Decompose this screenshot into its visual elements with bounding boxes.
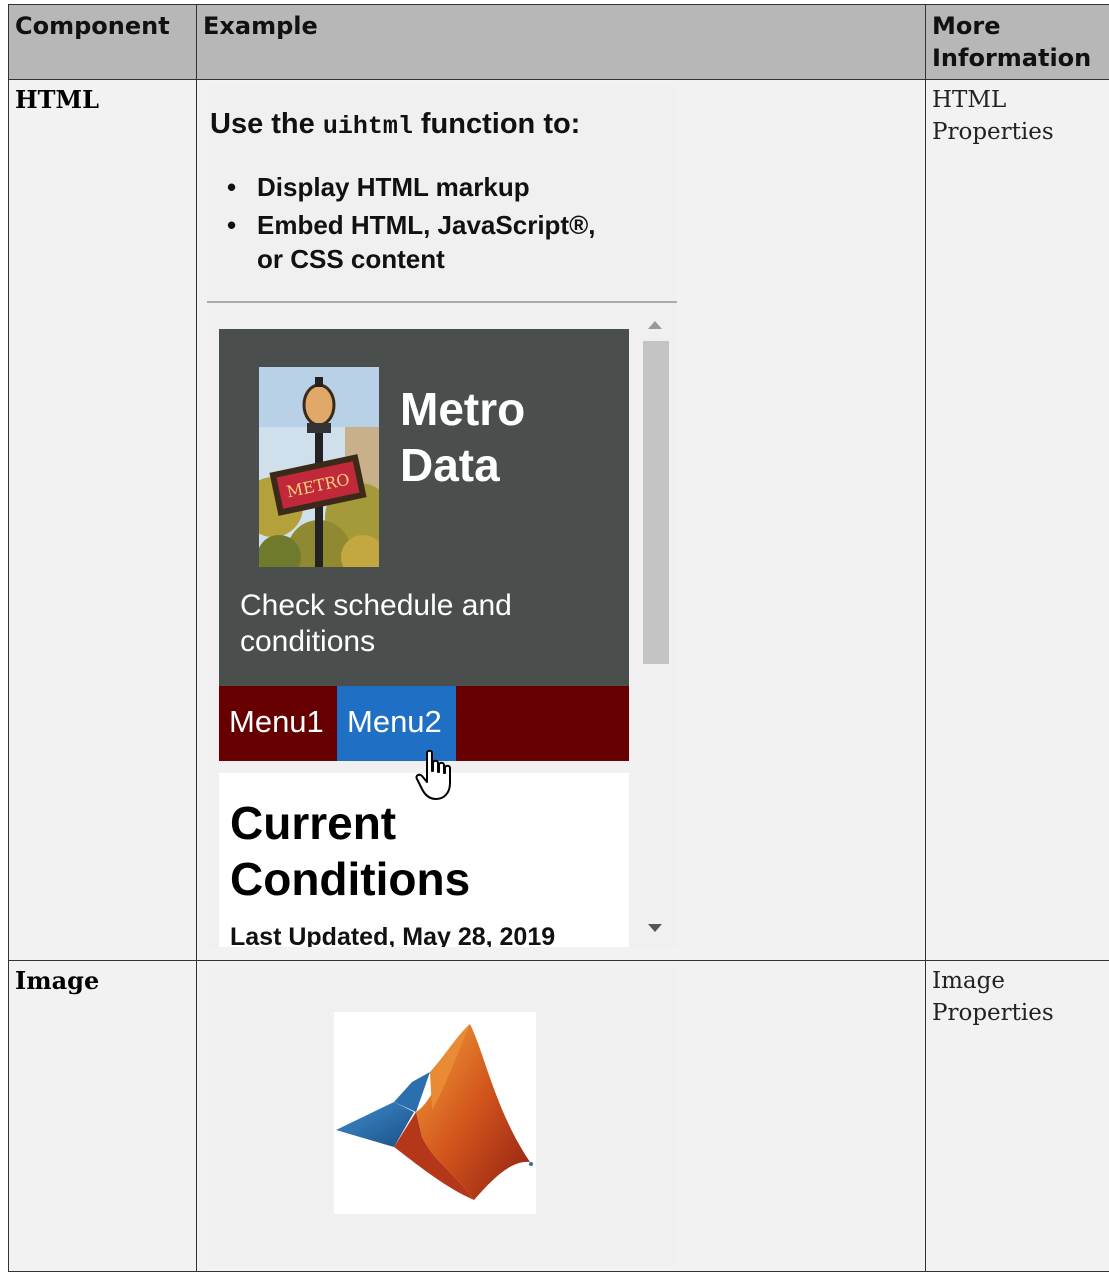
cell-example xyxy=(197,961,926,1272)
cell-component: Image xyxy=(9,961,197,1272)
scrollbar-thumb[interactable] xyxy=(643,341,669,664)
intro-bullet-list: •Display HTML markup •Embed HTML, JavaSc… xyxy=(257,170,595,280)
scroll-down-arrow-icon[interactable] xyxy=(648,924,662,932)
cell-more-information: Image Properties xyxy=(926,961,1109,1272)
uihtml-code: uihtml xyxy=(323,112,413,141)
table-row-html: HTML Use the uihtml function to: •Displa… xyxy=(9,80,1109,961)
list-item: •Embed HTML, JavaScript®,or CSS content xyxy=(257,208,595,276)
more-info-link-image[interactable]: Image Properties xyxy=(926,961,1109,1033)
divider xyxy=(207,301,677,303)
cell-component: HTML xyxy=(9,80,197,961)
table-row-image: Image xyxy=(9,961,1109,1272)
list-item: •Display HTML markup xyxy=(257,170,595,204)
scroll-up-arrow-icon[interactable] xyxy=(648,321,662,329)
header-example: Example xyxy=(197,5,926,80)
cell-more-information: HTML Properties xyxy=(926,80,1109,961)
cell-example: Use the uihtml function to: •Display HTM… xyxy=(197,80,926,961)
components-table: Component Example More Information HTML … xyxy=(8,4,1109,1272)
html-example-image: Use the uihtml function to: •Display HTM… xyxy=(207,86,677,948)
last-updated-text: Last Updated, May 28, 2019 xyxy=(230,923,555,947)
component-name-html: HTML xyxy=(9,80,196,120)
metro-title: Metro Data xyxy=(400,381,525,493)
menu1-item[interactable]: Menu1 xyxy=(219,686,337,761)
component-name-image: Image xyxy=(9,961,196,1001)
image-example xyxy=(207,967,677,1267)
table-header-row: Component Example More Information xyxy=(9,5,1109,80)
hand-pointer-cursor-icon xyxy=(415,749,459,801)
metro-hero: METRO Metro Data Check schedule and cond… xyxy=(219,329,629,686)
header-component: Component xyxy=(9,5,197,80)
metro-app-panel: METRO Metro Data Check schedule and cond… xyxy=(219,329,629,947)
matlab-membrane-logo xyxy=(334,1012,536,1214)
image-component-frame xyxy=(334,1012,536,1214)
metro-photo: METRO xyxy=(259,367,379,567)
more-info-link-html[interactable]: HTML Properties xyxy=(926,80,1109,152)
current-conditions-heading: Current Conditions xyxy=(230,795,470,907)
metro-subtitle: Check schedule and conditions xyxy=(240,588,580,660)
header-more-information: More Information xyxy=(926,5,1109,80)
intro-heading: Use the uihtml function to: xyxy=(210,108,580,141)
